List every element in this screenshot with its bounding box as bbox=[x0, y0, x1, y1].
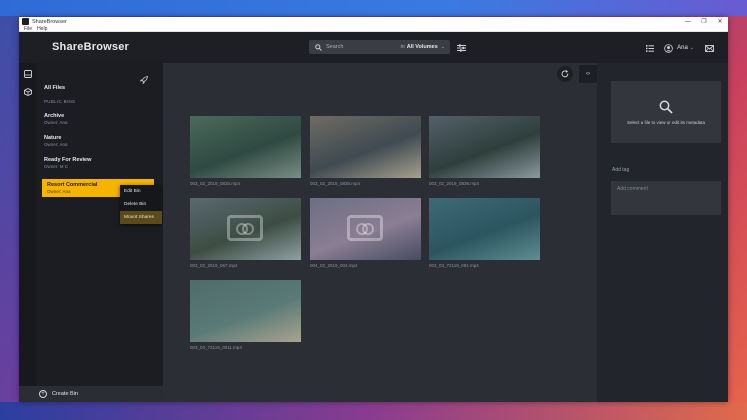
video-thumbnail[interactable] bbox=[310, 198, 421, 260]
sidebar-item-archive[interactable]: Archive Owner: Ana bbox=[44, 113, 159, 126]
video-thumbnail[interactable] bbox=[190, 198, 301, 260]
menu-item-edit-bin[interactable]: Edit Bin bbox=[120, 185, 162, 198]
video-thumbnail[interactable] bbox=[190, 280, 301, 342]
comment-field[interactable]: Add comment bbox=[611, 181, 721, 215]
magnifier-icon bbox=[659, 100, 673, 114]
file-tile[interactable]: 003_02_2019_0830.mp4 bbox=[190, 116, 301, 186]
file-name: 003_02_2019_0836.mp4 bbox=[429, 181, 480, 186]
video-thumbnail[interactable] bbox=[429, 198, 540, 260]
file-name: 003_03_72119_081.mp4 bbox=[429, 263, 479, 268]
menu-help[interactable]: Help bbox=[37, 26, 47, 32]
list-view-icon[interactable] bbox=[643, 41, 657, 55]
file-name: 004_02_2019_004.mp4 bbox=[310, 263, 358, 268]
app-header: ShareBrowser Search in All Volumes ⌄ Ana… bbox=[19, 32, 728, 63]
title-bar: ShareBrowser — ❐ ✕ bbox=[19, 17, 728, 26]
search-input[interactable]: Search in All Volumes ⌄ bbox=[309, 40, 450, 54]
file-tile[interactable]: 003_02_2019_067.mp4 bbox=[190, 198, 301, 268]
bin-context-menu: Edit Bin Delete Bin Mount Shares bbox=[120, 185, 162, 224]
app-window: ShareBrowser — ❐ ✕ File Help ShareBrowse… bbox=[19, 17, 728, 402]
video-thumbnail[interactable] bbox=[429, 116, 540, 178]
create-bin-button[interactable]: + Create Bin bbox=[19, 386, 163, 402]
sidebar-item-all-files[interactable]: All Files bbox=[44, 85, 159, 92]
mail-icon[interactable] bbox=[702, 41, 716, 55]
file-name: 003_02_2019_067.mp4 bbox=[190, 263, 238, 268]
bin-name: Archive bbox=[44, 113, 65, 119]
sidebar: All Files PUBLIC BINS Archive Owner: Ana… bbox=[19, 63, 163, 402]
menu-item-mount-shares[interactable]: Mount Shares bbox=[120, 211, 162, 224]
maximize-button[interactable]: ❐ bbox=[696, 17, 712, 26]
create-bin-label: Create Bin bbox=[52, 391, 78, 397]
user-name[interactable]: Ana bbox=[677, 45, 688, 51]
bin-owner: Owner: M C bbox=[44, 164, 69, 169]
user-avatar-icon[interactable] bbox=[661, 41, 675, 55]
file-name: 003_02_2019_0830.mp4 bbox=[190, 181, 241, 186]
file-browser: ‹› 003_02_2019_0830.mp4 003_02_2019_0830… bbox=[163, 63, 597, 402]
browser-toolbar: ‹› bbox=[557, 63, 597, 85]
video-thumbnail[interactable] bbox=[310, 116, 421, 178]
metadata-hint: Select a file to view or edit its metada… bbox=[626, 119, 706, 125]
search-scope-dropdown[interactable]: All Volumes bbox=[407, 44, 438, 50]
file-tile[interactable]: 004_02_2019_004.mp4 bbox=[310, 198, 421, 268]
file-tile[interactable]: 003_03_72119_0011.mp4 bbox=[190, 280, 301, 350]
file-name: 003_02_2019_0830.mp4 bbox=[310, 181, 361, 186]
window-title: ShareBrowser bbox=[32, 18, 67, 25]
file-tile[interactable]: 003_03_72119_081.mp4 bbox=[429, 198, 540, 268]
plus-circle-icon: + bbox=[39, 390, 47, 398]
section-header-public-bins: PUBLIC BINS bbox=[44, 99, 76, 104]
bin-owner: Owner: Ana bbox=[44, 120, 68, 125]
video-placeholder-icon bbox=[227, 215, 263, 241]
minimize-button[interactable]: — bbox=[680, 17, 696, 26]
file-tile[interactable]: 003_02_2019_0830.mp4 bbox=[310, 116, 421, 186]
header-actions: Ana ⌄ bbox=[639, 41, 716, 55]
bin-name: Nature bbox=[44, 135, 62, 141]
add-tag-link[interactable]: Add tag bbox=[612, 167, 629, 173]
chevron-down-icon[interactable]: ⌄ bbox=[441, 44, 445, 50]
refresh-icon[interactable] bbox=[557, 66, 573, 82]
drive-icon[interactable] bbox=[19, 67, 37, 81]
video-thumbnail[interactable] bbox=[190, 116, 301, 178]
app-logo: ShareBrowser bbox=[52, 41, 129, 53]
search-icon bbox=[312, 43, 324, 51]
search-scope-prefix: in bbox=[400, 44, 405, 50]
file-name: 003_03_72119_0011.mp4 bbox=[190, 345, 242, 350]
video-placeholder-icon bbox=[347, 215, 383, 241]
sidebar-item-label: All Files bbox=[44, 85, 66, 91]
bins-cube-icon[interactable] bbox=[19, 85, 37, 99]
menu-file[interactable]: File bbox=[24, 26, 32, 32]
metadata-panel: Select a file to view or edit its metada… bbox=[597, 63, 728, 402]
sidebar-item-nature[interactable]: Nature Owner: Ana bbox=[44, 135, 159, 148]
window-controls: — ❐ ✕ bbox=[680, 17, 728, 26]
bin-name: Ready For Review bbox=[44, 157, 92, 163]
bin-owner: Owner: Ana bbox=[44, 142, 68, 147]
rocket-icon[interactable] bbox=[139, 71, 150, 85]
comment-placeholder: Add comment bbox=[617, 186, 648, 192]
metadata-placeholder: Select a file to view or edit its metada… bbox=[611, 81, 721, 143]
menu-item-delete-bin[interactable]: Delete Bin bbox=[120, 198, 162, 211]
collapse-panel-button[interactable]: ‹› bbox=[579, 65, 597, 83]
close-button[interactable]: ✕ bbox=[712, 17, 728, 26]
filter-sliders-icon[interactable] bbox=[455, 42, 467, 54]
file-tile[interactable]: 003_02_2019_0836.mp4 bbox=[429, 116, 540, 186]
search-placeholder: Search bbox=[326, 44, 344, 50]
sidebar-icon-rail bbox=[19, 63, 37, 402]
app-icon bbox=[22, 18, 29, 25]
desktop-taskbar bbox=[0, 402, 747, 420]
user-chevron-down-icon[interactable]: ⌄ bbox=[690, 45, 694, 51]
sidebar-item-ready-for-review[interactable]: Ready For Review Owner: M C bbox=[44, 157, 159, 170]
desktop-top-bar bbox=[0, 0, 747, 16]
